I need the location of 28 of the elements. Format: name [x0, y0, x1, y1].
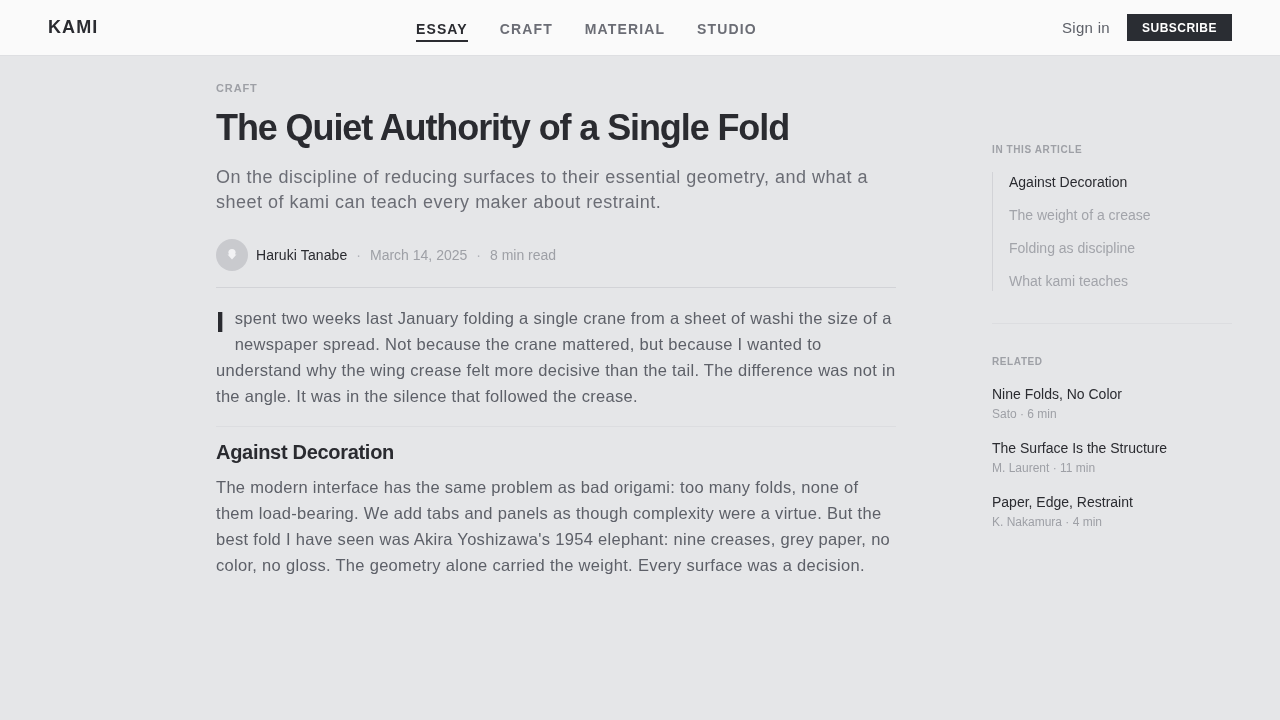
toc-link[interactable]: Against Decoration — [1009, 172, 1128, 192]
author-name: Haruki Tanabe — [256, 247, 348, 263]
related-article-link[interactable]: The Surface Is the Structure — [992, 438, 1168, 458]
related-article-meta: Sato · 6 min — [992, 406, 1057, 422]
related-article-link[interactable]: Paper, Edge, Restraint — [992, 492, 1133, 512]
nav-link[interactable]: MATERIAL — [584, 16, 666, 42]
intro-paragraph: I spent two weeks last January folding a single crane from a sheet of washi the size of a newspaper spread. Not because the crane mattered, but because I wanted to understand why the wing crease felt more decisive than the tail. The difference was not in the angle. It was in the silence that followed the crease. — [216, 305, 896, 407]
separator-dot: · — [355, 247, 362, 263]
sign-in-link[interactable]: Sign in — [1062, 19, 1110, 36]
nav-link[interactable]: STUDIO — [697, 16, 757, 42]
related-article-link[interactable]: Nine Folds, No Color — [992, 384, 1122, 404]
body-paragraph: The modern interface has the same problem as bad origami: too many folds, none of them load-bearing. We add tabs and panels as though complexity were a virtue. But the best fold I have seen was Akira Yoshizawa's 1954 elephant: nine creases, grey paper, no color, no gloss. The geometry alone carried the weight. Every surface was a decision. — [216, 477, 892, 576]
byline-detail: 8 min read — [489, 247, 557, 263]
related-heading: RELATED — [992, 355, 1044, 369]
logo: KAMI — [48, 17, 99, 38]
nav-link[interactable]: CRAFT — [499, 16, 553, 42]
related-article-meta: M. Laurent · 11 min — [992, 460, 1096, 476]
section-heading: Against Decoration — [216, 440, 395, 465]
byline-detail: March 14, 2025 — [370, 247, 468, 263]
article-title: The Quiet Authority of a Single Fold — [216, 108, 791, 148]
subscribe-button[interactable]: SUBSCRIBE — [1127, 14, 1232, 41]
toc-heading: IN THIS ARTICLE — [992, 143, 1084, 157]
avatar-icon — [216, 239, 248, 271]
related-article-meta: K. Nakamura · 4 min — [992, 514, 1103, 530]
article-subtitle: On the discipline of reducing surfaces to their essential geometry, and what a sheet of kami can teach every maker about restraint. — [216, 166, 869, 214]
category-label: CRAFT — [216, 81, 259, 95]
separator-dot: · — [475, 247, 482, 263]
nav-link[interactable]: ESSAY — [416, 16, 468, 42]
